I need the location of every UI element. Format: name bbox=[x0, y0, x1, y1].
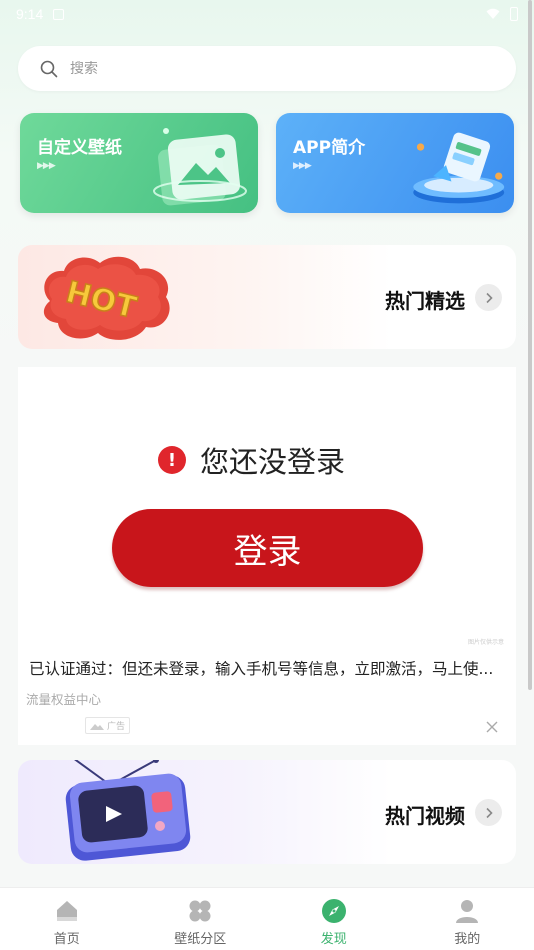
triple-arrow-icon: ▶▶▶ bbox=[37, 161, 56, 171]
ad-warning: ! 您还没登录 bbox=[158, 439, 345, 481]
battery-icon bbox=[510, 7, 518, 21]
card-title: APP简介 bbox=[293, 138, 366, 158]
close-icon[interactable] bbox=[486, 721, 498, 733]
custom-wallpaper-card[interactable]: 自定义壁纸 ▶▶▶ bbox=[20, 113, 258, 213]
scrollbar[interactable] bbox=[528, 0, 532, 690]
ad-description[interactable]: 已认证通过：但还未登录，输入手机号等信息，立即激活，马上使... bbox=[29, 657, 493, 679]
banner-title: 热门视频 bbox=[385, 804, 465, 828]
hot-picks-banner[interactable]: HOT 热门精选 bbox=[18, 245, 516, 349]
retro-tv-illustration bbox=[65, 760, 191, 861]
hot-cloud-illustration: HOT bbox=[43, 256, 170, 340]
exclamation-icon: ! bbox=[158, 446, 186, 474]
nav-wallpaper-category[interactable]: 壁纸分区 bbox=[134, 888, 268, 950]
user-icon bbox=[456, 900, 479, 923]
mountain-icon bbox=[90, 723, 104, 730]
home-icon bbox=[56, 901, 77, 921]
search-input[interactable] bbox=[70, 60, 470, 77]
triple-arrow-icon: ▶▶▶ bbox=[293, 161, 312, 171]
ad-warning-text: 您还没登录 bbox=[200, 445, 346, 479]
chevron-right-icon[interactable] bbox=[475, 284, 502, 311]
status-time: 9:14 bbox=[16, 6, 44, 22]
ad-block[interactable]: ! 您还没登录 登录 图片仅供示意 已认证通过：但还未登录，输入手机号等信息，立… bbox=[18, 367, 516, 745]
nav-label: 壁纸分区 bbox=[174, 932, 227, 947]
hot-video-banner[interactable]: 热门视频 bbox=[18, 760, 516, 864]
nav-home[interactable]: 首页 bbox=[0, 888, 134, 950]
chevron-right-icon[interactable] bbox=[475, 799, 502, 826]
ad-badge: 广告 bbox=[85, 717, 131, 734]
ad-disclaimer: 图片仅供示意 bbox=[467, 639, 504, 646]
nav-label: 我的 bbox=[454, 932, 481, 947]
nav-mine[interactable]: 我的 bbox=[401, 888, 534, 950]
nav-discover[interactable]: 发现 bbox=[267, 888, 401, 950]
ad-source: 流量权益中心 bbox=[26, 692, 102, 707]
card-title: 自定义壁纸 bbox=[37, 138, 122, 158]
phone-podium-illustration bbox=[413, 132, 505, 204]
compass-icon bbox=[321, 899, 346, 923]
wifi-icon bbox=[486, 8, 500, 19]
banner-title: 热门精选 bbox=[385, 289, 465, 313]
ad-login-button[interactable]: 登录 bbox=[112, 509, 423, 587]
grid-icon bbox=[189, 900, 211, 922]
status-bar: 9:14 bbox=[0, 0, 534, 28]
bottom-nav: 首页 壁纸分区 发现 我的 bbox=[0, 887, 534, 950]
app-intro-card[interactable]: APP简介 ▶▶▶ bbox=[276, 113, 514, 213]
search-bar[interactable] bbox=[18, 46, 516, 91]
image-gallery-illustration bbox=[153, 128, 247, 206]
ad-badge-label: 广告 bbox=[107, 722, 126, 732]
nav-label: 首页 bbox=[53, 932, 80, 947]
sim-icon bbox=[53, 8, 65, 20]
nav-label: 发现 bbox=[320, 932, 347, 947]
search-icon bbox=[40, 60, 58, 77]
status-icons bbox=[486, 7, 518, 21]
